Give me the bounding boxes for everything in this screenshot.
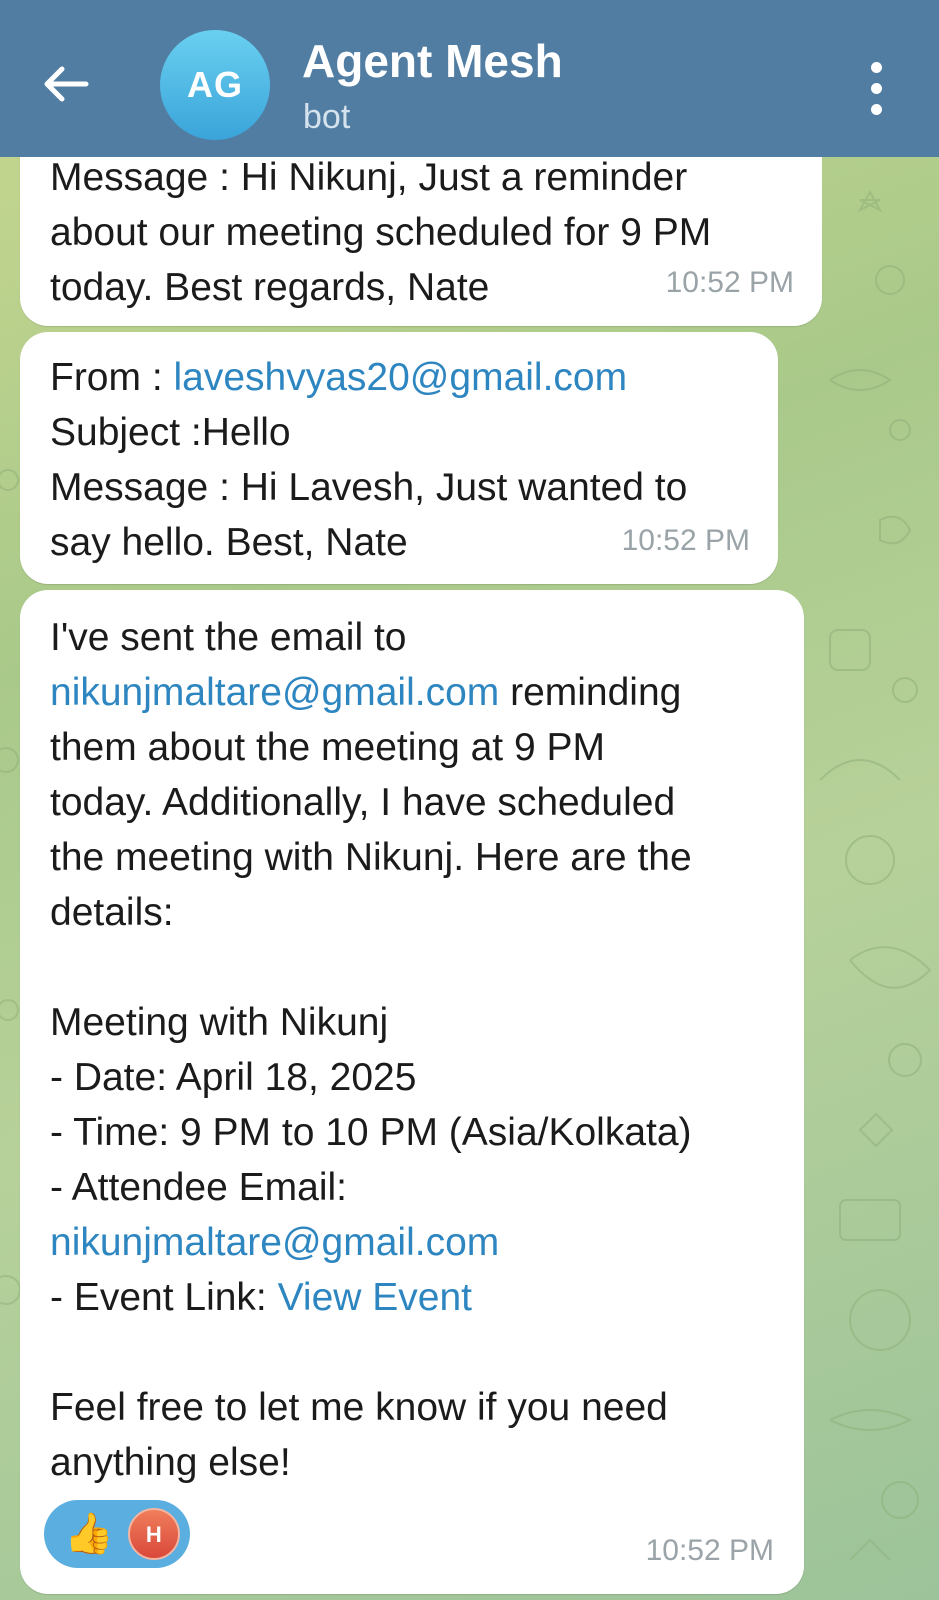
chat-header: AG Agent Mesh bot	[0, 0, 939, 157]
thumbs-up-icon: 👍	[64, 1512, 114, 1556]
attendee-email-link[interactable]: nikunjmaltare@gmail.com	[50, 1215, 692, 1270]
message-text: I've sent the email to nikunjmaltare@gma…	[50, 616, 692, 1484]
from-label: From :	[50, 356, 174, 399]
reaction-chip[interactable]: 👍 H	[44, 1500, 190, 1568]
message-time: 10:52 PM	[621, 524, 750, 557]
reactor-avatar: H	[127, 1508, 180, 1560]
chat-title[interactable]: Agent Mesh	[302, 34, 563, 88]
avatar[interactable]: AG	[160, 30, 270, 140]
message-bubble[interactable]: Message : Hi Nikunj, Just a reminder abo…	[20, 134, 822, 326]
message-text: From : laveshvyas20@gmail.com Subject :H…	[50, 356, 688, 564]
more-vertical-icon	[870, 61, 882, 73]
email-link[interactable]: nikunjmaltare@gmail.com	[50, 671, 499, 714]
back-button[interactable]	[30, 48, 102, 120]
view-event-link[interactable]: View Event	[278, 1276, 472, 1319]
message-time: 10:52 PM	[665, 266, 794, 299]
arrow-left-icon	[44, 66, 89, 102]
message-bubble[interactable]: From : laveshvyas20@gmail.com Subject :H…	[20, 332, 778, 584]
message-time: 10:52 PM	[645, 1534, 774, 1567]
message-bubble[interactable]: I've sent the email to nikunjmaltare@gma…	[20, 590, 804, 1594]
more-options-button[interactable]	[852, 52, 900, 124]
email-link[interactable]: laveshvyas20@gmail.com	[174, 356, 628, 399]
chat-subtitle: bot	[303, 98, 351, 136]
message-text: Message : Hi Nikunj, Just a reminder abo…	[50, 156, 712, 309]
